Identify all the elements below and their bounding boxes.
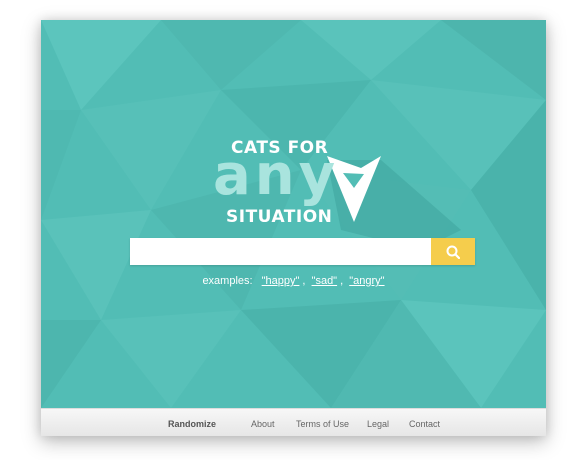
search-button[interactable] [431,238,475,265]
search-bar [130,238,475,265]
search-input[interactable] [130,238,430,265]
logo-line-middle: any [213,143,340,208]
footer-about-link[interactable]: About [251,419,275,429]
footer: Randomize About Terms of Use Legal Conta… [41,408,546,436]
footer-contact-link[interactable]: Contact [409,419,440,429]
example-happy[interactable]: "happy" [262,275,300,287]
example-angry[interactable]: "angry" [349,275,384,287]
examples-label: examples: [202,275,253,287]
browser-page: CATS FOR any SITUATION examples: "happy"… [41,20,546,436]
logo: CATS FOR any SITUATION [41,20,546,408]
footer-terms-link[interactable]: Terms of Use [296,419,349,429]
examples-line: examples: "happy", "sad", "angry" [202,275,385,287]
example-sad[interactable]: "sad" [312,275,338,287]
logo-line-bottom: SITUATION [226,207,333,227]
hero-section: CATS FOR any SITUATION examples: "happy"… [41,20,546,408]
footer-randomize-link[interactable]: Randomize [168,419,216,429]
footer-legal-link[interactable]: Legal [367,419,389,429]
search-icon [446,245,460,259]
